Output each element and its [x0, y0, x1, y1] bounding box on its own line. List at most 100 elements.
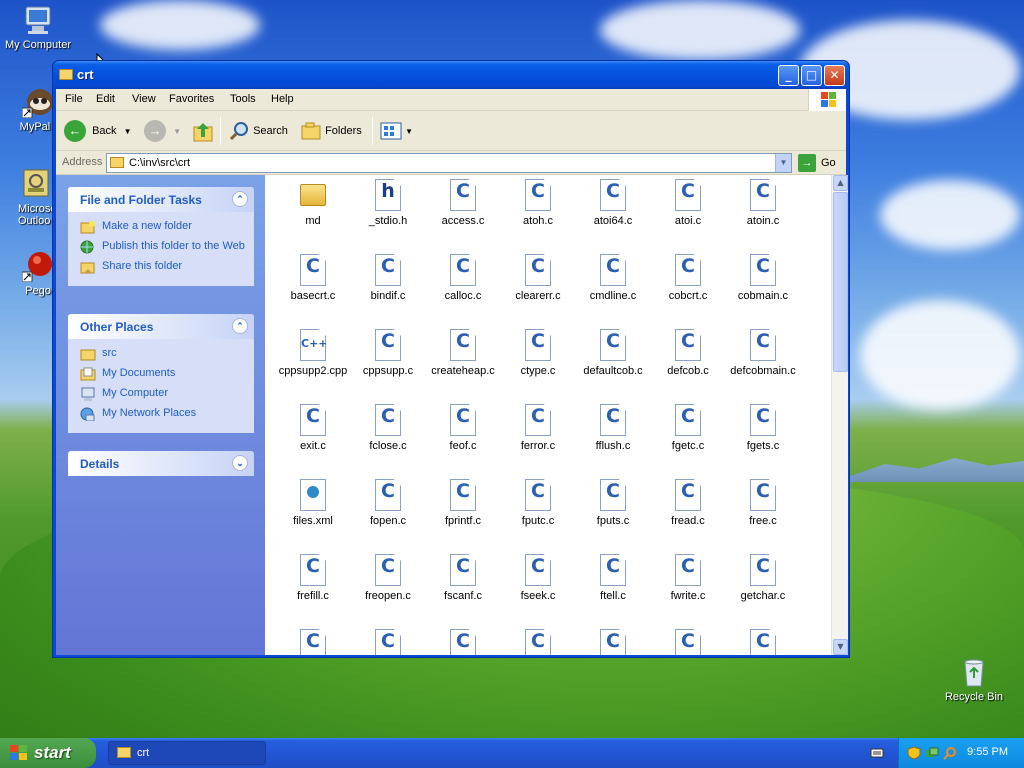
chevron-up-icon[interactable]: ⌃ [232, 191, 248, 207]
file-name: atoi.c [674, 215, 702, 227]
file-item[interactable]: md [275, 179, 351, 227]
file-item[interactable]: Cgetchar.c [725, 554, 801, 602]
desktop-icon-label: My Computer [4, 39, 72, 51]
file-item[interactable]: Cftell.c [575, 554, 651, 602]
menu-help[interactable]: Help [271, 93, 294, 105]
maximize-button[interactable]: □ [801, 65, 822, 86]
file-item[interactable]: C [725, 629, 801, 655]
clock[interactable]: 9:55 PM [967, 746, 1008, 758]
file-item[interactable]: Cctype.c [500, 329, 576, 377]
file-item[interactable]: Ccobmain.c [725, 254, 801, 302]
place-my-network-places[interactable]: My Network Places [80, 407, 246, 421]
file-item[interactable]: Cdefcob.c [650, 329, 726, 377]
taskbar-button-crt[interactable]: crt [108, 741, 266, 765]
file-item[interactable]: Cfprintf.c [425, 479, 501, 527]
chevron-up-icon[interactable]: ⌃ [232, 318, 248, 334]
address-dropdown-button[interactable]: ▼ [775, 154, 791, 172]
desktop-icon-my-computer[interactable]: My Computer [0, 4, 76, 51]
vertical-scrollbar[interactable]: ▲ ▼ [831, 175, 848, 655]
file-item[interactable]: Cfgets.c [725, 404, 801, 452]
file-item[interactable]: Cfread.c [650, 479, 726, 527]
file-item[interactable]: Cfputc.c [500, 479, 576, 527]
menu-edit[interactable]: Edit [96, 93, 115, 105]
file-item[interactable]: Cbindif.c [350, 254, 426, 302]
go-label: Go [821, 157, 836, 169]
task-share-folder[interactable]: Share this folder [80, 260, 246, 274]
file-item[interactable]: Cferror.c [500, 404, 576, 452]
scroll-thumb[interactable] [833, 192, 848, 372]
file-item[interactable]: Ccmdline.c [575, 254, 651, 302]
title-bar[interactable]: crt _ □ ✕ [53, 61, 849, 89]
menu-view[interactable]: View [132, 93, 156, 105]
file-item[interactable]: Ccreateheap.c [425, 329, 501, 377]
search-button[interactable]: Search [228, 119, 288, 143]
file-item[interactable]: C [425, 629, 501, 655]
panel-header[interactable]: File and Folder Tasks ⌃ [68, 187, 254, 212]
file-item[interactable]: Catoh.c [500, 179, 576, 227]
file-item[interactable]: Cfree.c [725, 479, 801, 527]
views-button[interactable]: ▼ [380, 119, 413, 143]
file-item[interactable]: Cbasecrt.c [275, 254, 351, 302]
close-button[interactable]: ✕ [824, 65, 845, 86]
file-item[interactable]: Catoi.c [650, 179, 726, 227]
file-item[interactable]: h _stdio.h [350, 179, 426, 227]
file-item[interactable]: Ccobcrt.c [650, 254, 726, 302]
chevron-down-icon[interactable]: ⌄ [232, 455, 248, 471]
task-make-new-folder[interactable]: Make a new folder [80, 220, 246, 234]
file-item[interactable]: Cclearerr.c [500, 254, 576, 302]
back-button[interactable]: ← Back ▼ [64, 119, 132, 143]
file-name: fputc.c [521, 515, 555, 527]
place-src[interactable]: src [80, 347, 246, 361]
file-item[interactable]: Cfreopen.c [350, 554, 426, 602]
menu-favorites[interactable]: Favorites [169, 93, 214, 105]
address-input[interactable]: C:\inv\src\crt ▼ [106, 153, 792, 173]
file-item[interactable]: Cfeof.c [425, 404, 501, 452]
file-item[interactable]: C [500, 629, 576, 655]
file-item[interactable]: C [350, 629, 426, 655]
file-item[interactable]: Catoi64.c [575, 179, 651, 227]
keyboard-icon[interactable] [870, 746, 884, 760]
panel-header[interactable]: Other Places ⌃ [68, 314, 254, 339]
place-my-documents[interactable]: My Documents [80, 367, 246, 381]
file-item[interactable]: C++ cppsupp2.cpp [275, 329, 351, 377]
search-icon[interactable] [943, 746, 957, 760]
file-item[interactable]: Cfputs.c [575, 479, 651, 527]
start-button[interactable]: start [0, 738, 96, 768]
scroll-down-button[interactable]: ▼ [833, 639, 848, 655]
file-item[interactable]: Cfwrite.c [650, 554, 726, 602]
file-item[interactable]: Cdefcobmain.c [725, 329, 801, 377]
file-item[interactable]: Cdefaultcob.c [575, 329, 651, 377]
panel-header[interactable]: Details ⌄ [68, 451, 254, 476]
file-item[interactable]: Ccalloc.c [425, 254, 501, 302]
file-type-glyph: C [756, 180, 770, 202]
desktop-icon-recycle-bin[interactable]: Recycle Bin [936, 656, 1012, 703]
file-item[interactable]: Cfgetc.c [650, 404, 726, 452]
file-item[interactable]: Cfscanf.c [425, 554, 501, 602]
file-item[interactable]: Catoin.c [725, 179, 801, 227]
file-item[interactable]: Cfclose.c [350, 404, 426, 452]
task-publish-to-web[interactable]: Publish this folder to the Web [80, 240, 246, 254]
file-item[interactable]: Cfrefill.c [275, 554, 351, 602]
security-shield-icon[interactable] [907, 746, 921, 760]
file-item[interactable]: Ccppsupp.c [350, 329, 426, 377]
up-folder-button[interactable] [192, 119, 214, 143]
file-item[interactable]: C [650, 629, 726, 655]
file-item[interactable]: Cfopen.c [350, 479, 426, 527]
folder-icon [59, 69, 73, 80]
file-item[interactable]: C [575, 629, 651, 655]
place-my-computer[interactable]: My Computer [80, 387, 246, 401]
file-item[interactable]: Cfflush.c [575, 404, 651, 452]
file-item[interactable]: Cexit.c [275, 404, 351, 452]
file-item[interactable]: Caccess.c [425, 179, 501, 227]
minimize-button[interactable]: _ [778, 65, 799, 86]
menu-file[interactable]: File [65, 93, 83, 105]
network-status-icon[interactable] [925, 746, 939, 760]
go-button[interactable]: → Go [798, 153, 836, 173]
scroll-up-button[interactable]: ▲ [833, 175, 848, 191]
file-item[interactable]: Cfseek.c [500, 554, 576, 602]
file-item[interactable]: files.xml [275, 479, 351, 527]
file-item[interactable]: C [275, 629, 351, 655]
menu-tools[interactable]: Tools [230, 93, 256, 105]
forward-button[interactable]: → ▼ [144, 119, 181, 143]
folders-button[interactable]: Folders [300, 119, 362, 143]
